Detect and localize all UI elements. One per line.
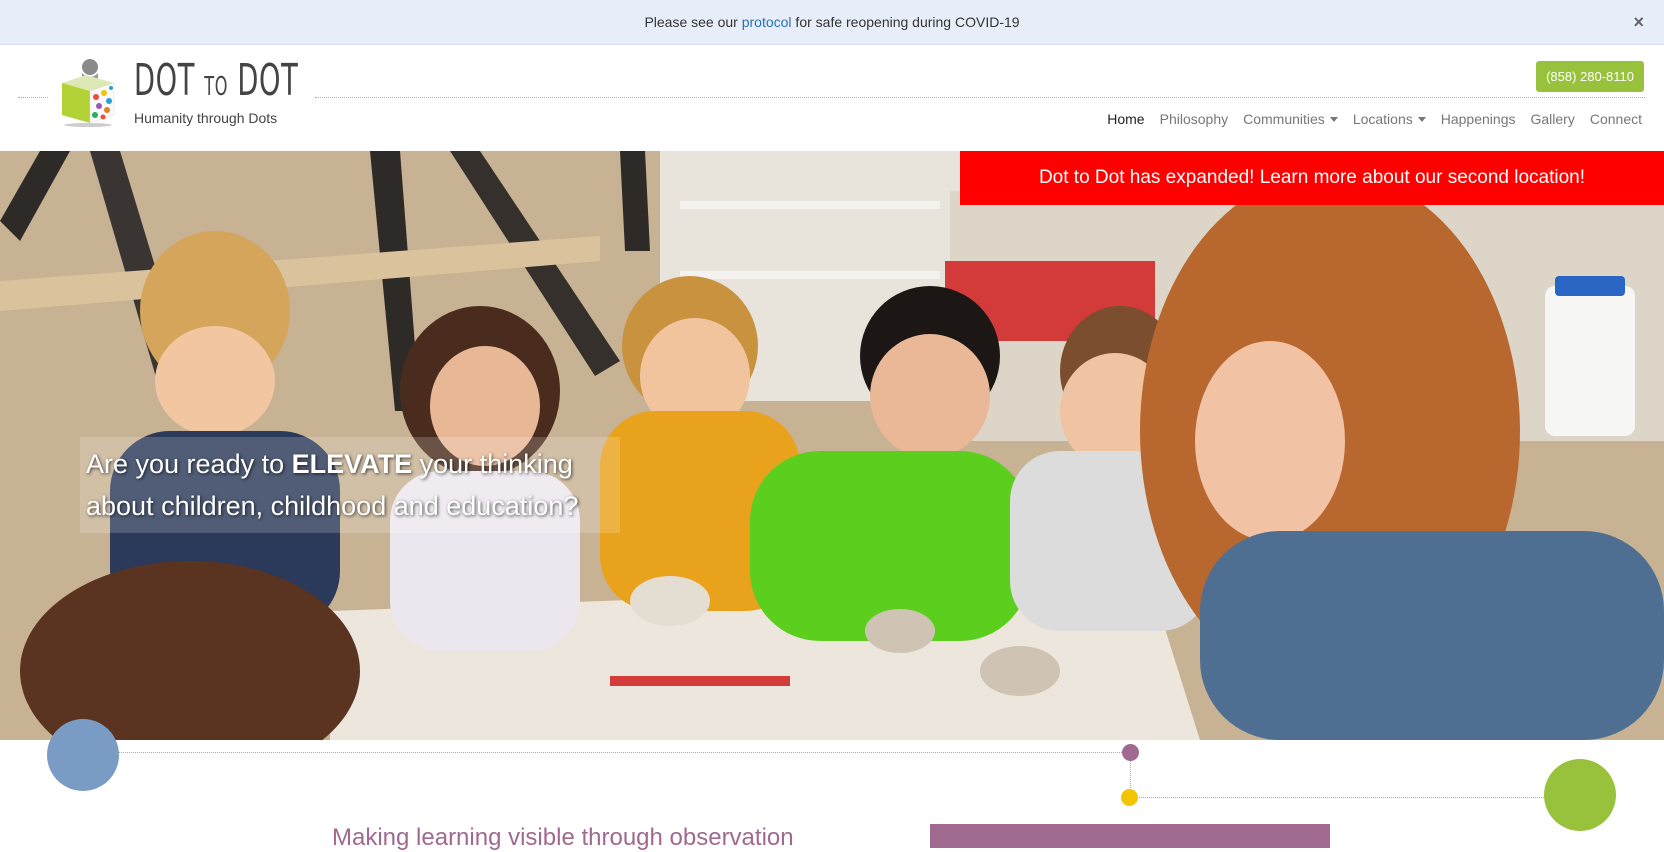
header-divider-right bbox=[315, 97, 1645, 98]
phone-button[interactable]: (858) 280-8110 bbox=[1536, 61, 1644, 92]
nav-item-communities[interactable]: Communities bbox=[1243, 111, 1338, 127]
dotted-divider-top bbox=[115, 752, 1130, 753]
content-section: Making learning visible through observat… bbox=[0, 719, 1664, 851]
section-title: Making learning visible through observat… bbox=[332, 824, 794, 851]
nav-item-gallery[interactable]: Gallery bbox=[1530, 111, 1574, 127]
covid-alert: Please see our protocol for safe reopeni… bbox=[0, 0, 1664, 45]
chevron-down-icon bbox=[1417, 116, 1426, 122]
chevron-down-icon bbox=[1329, 116, 1338, 122]
close-icon[interactable]: × bbox=[1633, 12, 1644, 33]
hero-headline: Are you ready to ELEVATE your thinking a… bbox=[80, 437, 620, 533]
logo-cube-icon bbox=[56, 57, 122, 127]
hero: Dot to Dot has expanded! Learn more abou… bbox=[0, 151, 1664, 740]
nav-item-home[interactable]: Home bbox=[1107, 111, 1144, 127]
site-header: DOT TO DOT Humanity through Dots (858) 2… bbox=[0, 45, 1664, 151]
nav-item-happenings[interactable]: Happenings bbox=[1441, 111, 1516, 127]
yellow-dot-decoration bbox=[1121, 789, 1138, 806]
nav-item-philosophy[interactable]: Philosophy bbox=[1160, 111, 1229, 127]
nav-item-locations[interactable]: Locations bbox=[1353, 111, 1426, 127]
hero-line-2: about children, childhood and education? bbox=[86, 491, 579, 521]
expansion-banner[interactable]: Dot to Dot has expanded! Learn more abou… bbox=[960, 151, 1664, 205]
logo-title: DOT TO DOT bbox=[134, 55, 299, 106]
nav-item-connect[interactable]: Connect bbox=[1590, 111, 1642, 127]
dotted-divider-bottom bbox=[1130, 797, 1560, 798]
alert-prefix: Please see our bbox=[644, 14, 742, 30]
header-divider-left bbox=[18, 97, 48, 98]
logo-tagline: Humanity through Dots bbox=[134, 110, 278, 126]
logo-text: DOT TO DOT Humanity through Dots bbox=[134, 55, 399, 127]
alert-suffix: for safe reopening during COVID-19 bbox=[791, 14, 1020, 30]
blue-dot-decoration bbox=[47, 719, 119, 791]
purple-dot-decoration bbox=[1122, 744, 1139, 761]
purple-panel bbox=[930, 824, 1330, 848]
protocol-link[interactable]: protocol bbox=[742, 14, 792, 30]
alert-text: Please see our protocol for safe reopeni… bbox=[644, 14, 1019, 30]
hero-line-1: Are you ready to ELEVATE your thinking bbox=[86, 449, 573, 479]
green-dot-decoration bbox=[1544, 759, 1616, 831]
main-nav: Home Philosophy Communities Locations Ha… bbox=[1107, 111, 1642, 127]
logo[interactable]: DOT TO DOT Humanity through Dots bbox=[56, 57, 399, 127]
